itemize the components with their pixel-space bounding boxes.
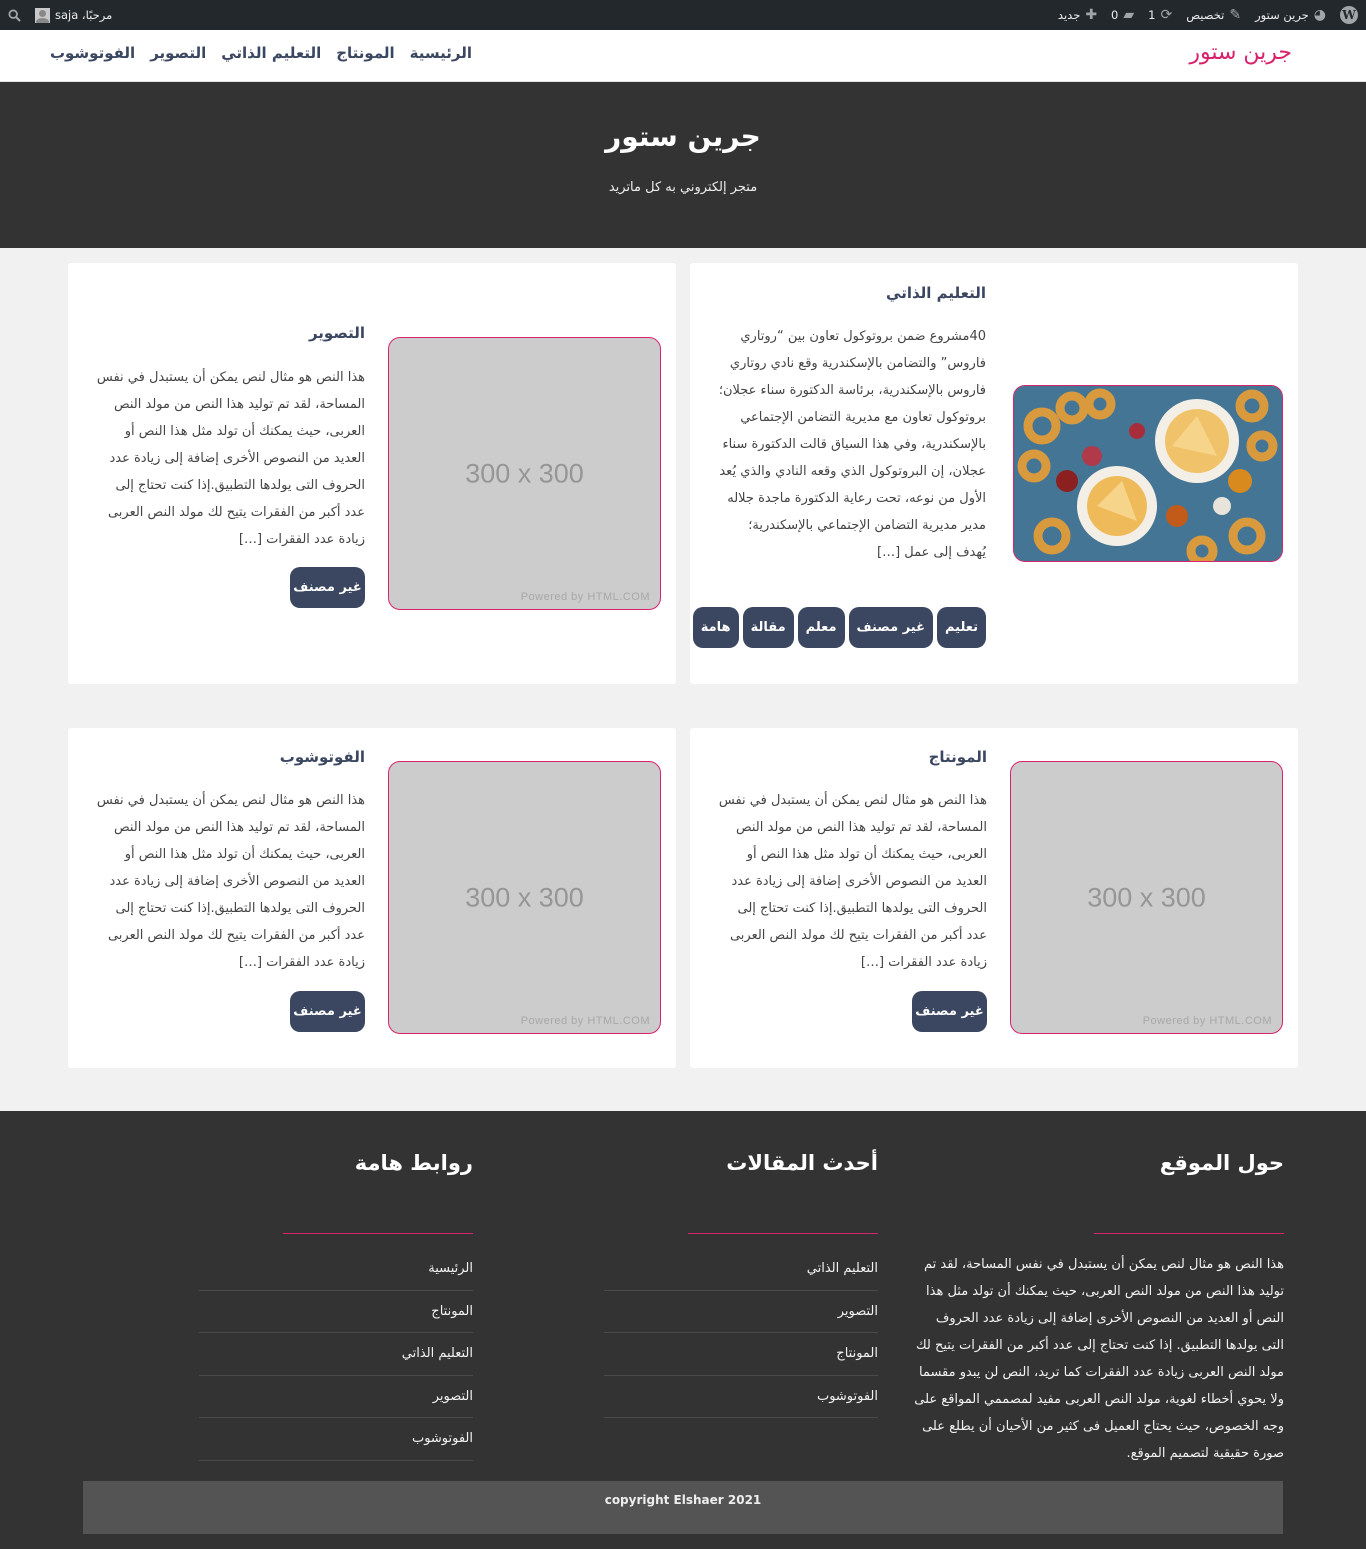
admin-search[interactable] — [8, 8, 21, 22]
important-links-list: الرئيسية المونتاج التعليم الذاتي التصوير… — [199, 1248, 473, 1461]
tag-button[interactable]: تعليم — [936, 607, 986, 648]
post-thumbnail-food[interactable] — [1013, 385, 1283, 562]
post-thumbnail-placeholder[interactable]: 300 x 300 Powered by HTML.COM — [1010, 761, 1283, 1034]
placeholder-note: Powered by HTML.COM — [1142, 1015, 1272, 1027]
placeholder-size-label: 300 x 300 — [465, 458, 584, 488]
customize-link[interactable]: ✎ تخصيص — [1186, 8, 1241, 22]
admin-bar-right: W ◕ جرين ستور ✎ تخصيص ⟳ 1 ▰ 0 ✚ جديد — [1058, 6, 1358, 24]
recent-post-link[interactable]: التصوير — [604, 1291, 878, 1333]
post-tags: تعليم غير مصنف معلم مقالة هامة — [692, 607, 986, 648]
post-card-self-learning: التعليم الذاتي 40مشروع ضمن بروتوكول تعاو… — [690, 263, 1298, 684]
site-name-label: جرين ستور — [1255, 8, 1309, 22]
placeholder-size-label: 300 x 300 — [1087, 882, 1206, 912]
comment-icon: ▰ — [1123, 7, 1135, 23]
hero-banner: جرين ستور متجر إلكتروني به كل ماتريد — [0, 82, 1366, 248]
nav-item-home[interactable]: الرئيسية — [410, 44, 472, 62]
admin-bar: W ◕ جرين ستور ✎ تخصيص ⟳ 1 ▰ 0 ✚ جديد مرح… — [0, 0, 1366, 30]
wordpress-logo-menu[interactable]: W — [1340, 6, 1358, 24]
new-content-menu[interactable]: ✚ جديد — [1058, 8, 1097, 22]
placeholder-size-label: 300 x 300 — [465, 882, 584, 912]
widget-title-underline — [688, 1233, 878, 1234]
new-label: جديد — [1057, 8, 1081, 22]
widget-title: أحدث المقالات — [726, 1151, 878, 1175]
search-icon — [8, 8, 21, 22]
post-card-photography: 300 x 300 Powered by HTML.COM التصوير هذ… — [68, 263, 676, 684]
site-name-menu[interactable]: ◕ جرين ستور — [1255, 8, 1326, 22]
refresh-icon: ⟳ — [1160, 7, 1173, 23]
customize-label: تخصيص — [1186, 8, 1225, 22]
post-card-photoshop: 300 x 300 Powered by HTML.COM الفوتوشوب … — [68, 728, 676, 1068]
widget-title: روابط هامة — [354, 1151, 473, 1175]
category-button[interactable]: غير مصنف — [290, 567, 365, 608]
tag-button[interactable]: معلم — [797, 607, 845, 648]
footer-link-self-learning[interactable]: التعليم الذاتي — [199, 1333, 473, 1376]
post-title[interactable]: المونتاج — [929, 748, 987, 766]
site-footer: حول الموقع هذا النص هو مثال لنص يمكن أن … — [0, 1111, 1366, 1549]
post-title[interactable]: التعليم الذاتي — [886, 284, 986, 302]
category-button[interactable]: غير مصنف — [912, 991, 987, 1032]
copyright-bar: copyright Elshaer 2021 — [83, 1481, 1283, 1534]
post-tags: غير مصنف — [290, 567, 365, 608]
footer-recent-posts-widget: أحدث المقالات التعليم الذاتي التصوير الم… — [604, 1151, 878, 1471]
post-title[interactable]: التصوير — [309, 324, 365, 342]
tag-button[interactable]: مقالة — [742, 607, 794, 648]
nav-item-photoshop[interactable]: الفوتوشوب — [50, 44, 135, 62]
footer-links-widget: روابط هامة الرئيسية المونتاج التعليم الذ… — [199, 1151, 473, 1471]
recent-post-link[interactable]: المونتاج — [604, 1333, 878, 1376]
post-tags: غير مصنف — [912, 991, 987, 1032]
hero-title: جرين ستور — [605, 120, 761, 153]
post-excerpt: هذا النص هو مثال لنص يمكن أن يستبدل في ن… — [96, 793, 365, 970]
post-excerpt: هذا النص هو مثال لنص يمكن أن يستبدل في ن… — [718, 793, 987, 970]
food-image — [1014, 386, 1282, 561]
nav-item-montage[interactable]: المونتاج — [336, 44, 394, 62]
post-thumbnail-placeholder[interactable]: 300 x 300 Powered by HTML.COM — [388, 761, 661, 1034]
brush-icon: ✎ — [1229, 7, 1242, 23]
footer-link-photoshop[interactable]: الفوتوشوب — [199, 1418, 473, 1461]
post-excerpt: 40مشروع ضمن بروتوكول تعاون بين “روتاري ف… — [718, 329, 986, 560]
widget-title-underline — [283, 1233, 473, 1234]
about-text: هذا النص هو مثال لنص يمكن أن يستبدل في ن… — [914, 1257, 1284, 1461]
post-excerpt: هذا النص هو مثال لنص يمكن أن يستبدل في ن… — [96, 370, 365, 547]
copyright-text: copyright Elshaer 2021 — [604, 1493, 762, 1507]
admin-bar-left: مرحبًا، saja — [8, 7, 113, 23]
placeholder-note: Powered by HTML.COM — [520, 591, 650, 603]
comments-link[interactable]: ▰ 0 — [1111, 8, 1134, 22]
recent-post-link[interactable]: الفوتوشوب — [604, 1376, 878, 1418]
site-brand[interactable]: جرين ستور — [1189, 40, 1292, 65]
post-thumbnail-placeholder[interactable]: 300 x 300 Powered by HTML.COM — [388, 337, 661, 610]
avatar — [35, 7, 50, 23]
updates-count: 1 — [1148, 8, 1156, 22]
nav-item-photography[interactable]: التصوير — [150, 44, 206, 62]
site-header: جرين ستور الرئيسية المونتاج التعليم الذا… — [0, 30, 1366, 82]
footer-link-photography[interactable]: التصوير — [199, 1376, 473, 1418]
recent-posts-list: التعليم الذاتي التصوير المونتاج الفوتوشو… — [604, 1248, 878, 1418]
wordpress-icon: W — [1340, 6, 1358, 24]
widget-title-underline — [1094, 1233, 1284, 1234]
category-button[interactable]: غير مصنف — [290, 991, 365, 1032]
widget-title: حول الموقع — [1159, 1151, 1284, 1175]
nav-item-self-learning[interactable]: التعليم الذاتي — [221, 44, 321, 62]
footer-link-montage[interactable]: المونتاج — [199, 1291, 473, 1333]
post-card-montage: 300 x 300 Powered by HTML.COM المونتاج ه… — [690, 728, 1298, 1068]
hero-subtitle: متجر إلكتروني به كل ماتريد — [608, 180, 758, 195]
footer-link-home[interactable]: الرئيسية — [199, 1248, 473, 1291]
greeting-label: مرحبًا، saja — [55, 8, 113, 22]
placeholder-note: Powered by HTML.COM — [520, 1015, 650, 1027]
updates-link[interactable]: ⟳ 1 — [1148, 8, 1172, 22]
footer-about-widget: حول الموقع هذا النص هو مثال لنص يمكن أن … — [910, 1151, 1284, 1471]
plus-icon: ✚ — [1085, 7, 1098, 23]
my-account-menu[interactable]: مرحبًا، saja — [35, 7, 113, 23]
main-navigation: الرئيسية المونتاج التعليم الذاتي التصوير… — [50, 44, 472, 62]
post-title[interactable]: الفوتوشوب — [280, 748, 365, 766]
post-tags: غير مصنف — [290, 991, 365, 1032]
comments-count: 0 — [1111, 8, 1119, 22]
dashboard-icon: ◕ — [1313, 7, 1326, 23]
tag-button[interactable]: غير مصنف — [848, 607, 933, 648]
recent-post-link[interactable]: التعليم الذاتي — [604, 1248, 878, 1291]
tag-button[interactable]: هامة — [692, 607, 739, 648]
